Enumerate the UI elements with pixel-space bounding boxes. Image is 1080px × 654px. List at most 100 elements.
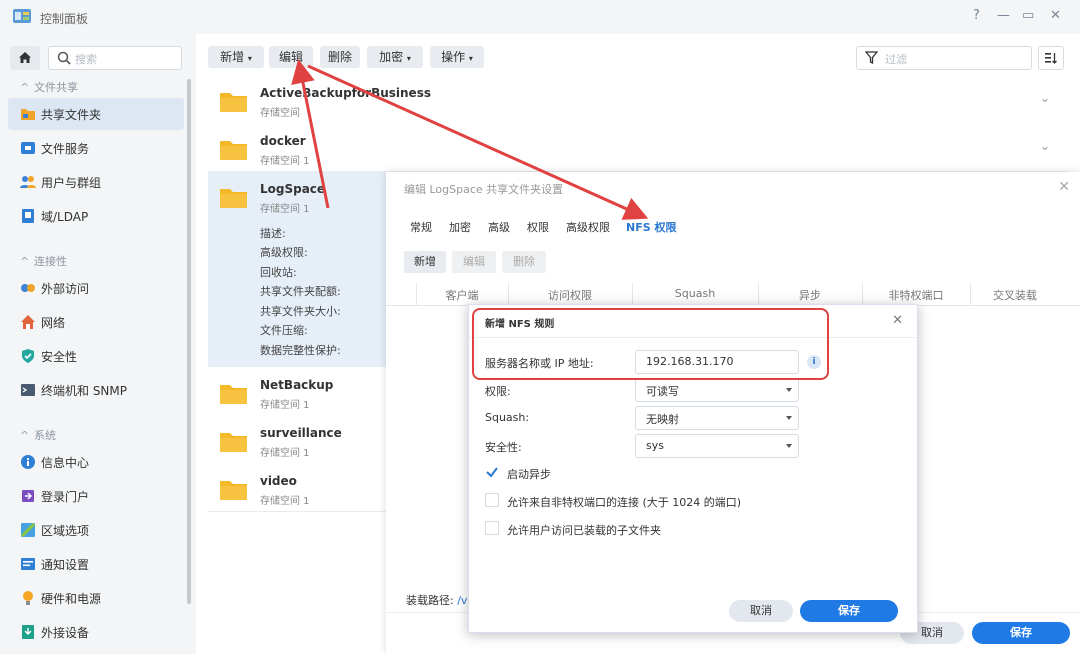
- share-row[interactable]: video 存储空间 1: [208, 463, 386, 512]
- external-device-icon: [22, 625, 34, 639]
- sidebar-item-login-portal[interactable]: 登录门户: [8, 480, 184, 512]
- nonpriv-port-checkbox[interactable]: [485, 493, 499, 507]
- mount-path: 装载路径: /v: [406, 594, 468, 607]
- sidebar-item-domain-ldap[interactable]: 域/LDAP: [8, 200, 184, 232]
- close-icon[interactable]: ✕: [1050, 8, 1061, 23]
- delete-button[interactable]: 删除: [320, 46, 360, 68]
- network-home-icon: [21, 315, 35, 329]
- search-icon: [57, 51, 71, 65]
- new-button[interactable]: 新增 ▾: [208, 46, 264, 68]
- share-row[interactable]: NetBackup 存储空间 1: [208, 367, 386, 416]
- save-button[interactable]: 保存: [800, 600, 898, 622]
- sidebar-item-external-access[interactable]: 外部访问: [8, 272, 184, 304]
- column-header[interactable]: 异步: [758, 287, 862, 303]
- dropdown-caret-icon: [786, 416, 792, 420]
- property-label: 共享文件夹配额:: [260, 285, 341, 298]
- chevron-down-icon[interactable]: ⌄: [1040, 139, 1050, 153]
- collapse-caret-icon: ^: [20, 255, 30, 268]
- column-header[interactable]: 非特权端口: [862, 287, 970, 303]
- share-row[interactable]: ActiveBackupforBusiness 存储空间 ⌄: [208, 75, 1068, 124]
- notification-icon: [21, 558, 35, 570]
- title-bar: 控制面板 ? — ▭ ✕: [0, 0, 1080, 34]
- dropdown-caret-icon: [786, 388, 792, 392]
- share-row[interactable]: docker 存储空间 1 ⌄: [208, 123, 1068, 172]
- search-placeholder: 搜索: [75, 53, 97, 66]
- share-row[interactable]: surveillance 存储空间 1: [208, 415, 386, 464]
- sidebar-item-users-groups[interactable]: 用户与群组: [8, 166, 184, 198]
- property-label: 描述:: [260, 227, 286, 240]
- column-header[interactable]: Squash: [632, 287, 758, 300]
- shared-folder-icon: [21, 109, 35, 120]
- folder-icon: [220, 433, 247, 452]
- action-button[interactable]: 操作 ▾: [430, 46, 484, 68]
- nfs-table-header: 客户端 访问权限 Squash 异步 非特权端口 交叉装载: [386, 283, 1080, 306]
- folder-icon: [220, 141, 247, 160]
- maximize-icon[interactable]: ▭: [1022, 8, 1034, 23]
- filter-input[interactable]: 过滤: [856, 46, 1032, 70]
- tab-encryption[interactable]: 加密: [449, 219, 471, 235]
- tab-advanced-permissions[interactable]: 高级权限: [566, 219, 610, 235]
- folder-icon: [220, 385, 247, 404]
- column-header[interactable]: 交叉装载: [970, 287, 1060, 303]
- squash-label: Squash:: [485, 411, 530, 424]
- sidebar-item-security[interactable]: 安全性: [8, 340, 184, 372]
- control-panel-app-icon: [13, 9, 31, 23]
- collapse-caret-icon: ^: [20, 81, 30, 94]
- dialog-title: 编辑 LogSpace 共享文件夹设置: [404, 183, 564, 196]
- dropdown-caret-icon: [786, 444, 792, 448]
- close-icon[interactable]: ✕: [892, 313, 903, 328]
- nfs-add-button[interactable]: 新增: [404, 251, 446, 273]
- shield-icon: [22, 349, 34, 363]
- sidebar-item-external-devices[interactable]: 外接设备: [8, 616, 184, 648]
- sidebar-item-shared-folder[interactable]: 共享文件夹: [8, 98, 184, 130]
- column-header[interactable]: 访问权限: [508, 287, 632, 303]
- help-icon[interactable]: ?: [973, 8, 980, 23]
- async-checkbox[interactable]: [485, 465, 499, 479]
- login-portal-icon: [22, 490, 34, 502]
- squash-select[interactable]: 无映射: [635, 406, 799, 430]
- permission-select[interactable]: 可读写: [635, 378, 799, 402]
- highlight-box: [472, 308, 829, 380]
- property-label: 回收站:: [260, 266, 297, 279]
- sidebar-scrollbar[interactable]: [187, 79, 191, 604]
- subfolder-access-checkbox[interactable]: [485, 521, 499, 535]
- domain-ldap-icon: [22, 209, 34, 223]
- tab-nfs-permissions[interactable]: NFS 权限: [626, 219, 676, 235]
- tab-general[interactable]: 常规: [410, 219, 432, 235]
- cancel-button[interactable]: 取消: [729, 600, 793, 622]
- chevron-down-icon[interactable]: ⌄: [1040, 91, 1050, 105]
- section-file-sharing[interactable]: ^ 文件共享: [20, 79, 78, 95]
- sidebar-item-network[interactable]: 网络: [8, 306, 184, 338]
- tab-permissions[interactable]: 权限: [527, 219, 549, 235]
- edit-button[interactable]: 编辑: [269, 46, 313, 68]
- property-label: 高级权限:: [260, 246, 308, 259]
- tab-advanced[interactable]: 高级: [488, 219, 510, 235]
- share-row-expanded[interactable]: LogSpace 存储空间 1 描述: 高级权限: 回收站: 共享文件夹配额: …: [208, 171, 386, 368]
- users-icon: [20, 176, 36, 188]
- sidebar-item-hardware-power[interactable]: 硬件和电源: [8, 582, 184, 614]
- nfs-delete-button[interactable]: 删除: [502, 251, 546, 273]
- sidebar-item-terminal-snmp[interactable]: 终端机和 SNMP: [8, 374, 184, 406]
- close-icon[interactable]: ✕: [1058, 179, 1070, 195]
- sidebar-item-info-center[interactable]: 信息中心: [8, 446, 184, 478]
- nonpriv-port-label: 允许来自非特权端口的连接 (大于 1024 的端口): [507, 496, 742, 509]
- encrypt-button[interactable]: 加密 ▾: [367, 46, 423, 68]
- security-select[interactable]: sys: [635, 434, 799, 458]
- sidebar-search-input[interactable]: 搜索: [48, 46, 182, 70]
- save-button[interactable]: 保存: [972, 622, 1070, 644]
- nfs-edit-button[interactable]: 编辑: [452, 251, 496, 273]
- minimize-icon[interactable]: —: [997, 8, 1010, 23]
- column-header[interactable]: 客户端: [416, 287, 508, 303]
- section-connectivity[interactable]: ^ 连接性: [20, 253, 67, 269]
- sort-button[interactable]: [1038, 46, 1064, 70]
- filter-icon: [865, 51, 878, 64]
- section-system[interactable]: ^ 系统: [20, 427, 56, 443]
- home-button[interactable]: [10, 46, 40, 70]
- folder-icon: [220, 481, 247, 500]
- lightbulb-icon: [23, 591, 33, 605]
- dropdown-caret-icon: ▾: [406, 54, 411, 63]
- app-title: 控制面板: [40, 12, 89, 26]
- sidebar-item-regional-options[interactable]: 区域选项: [8, 514, 184, 546]
- sidebar-item-notification[interactable]: 通知设置: [8, 548, 184, 580]
- sidebar-item-file-services[interactable]: 文件服务: [8, 132, 184, 164]
